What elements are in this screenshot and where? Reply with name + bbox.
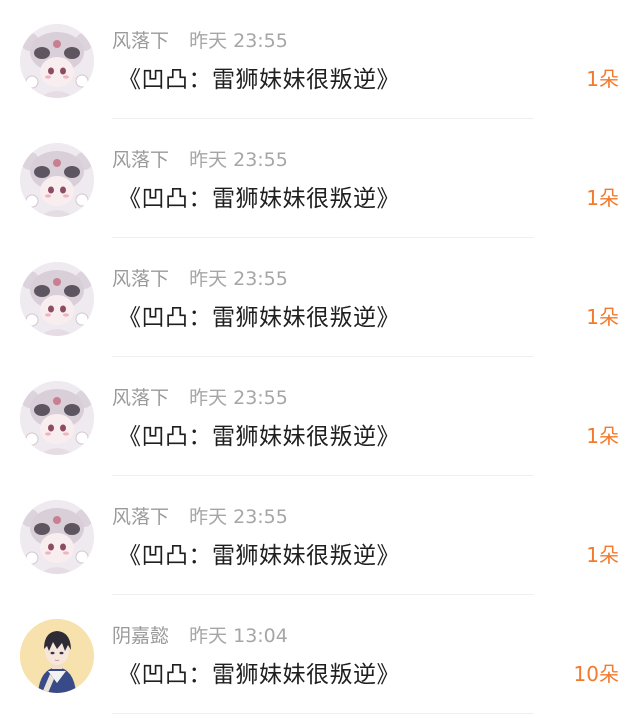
gift-record-list: 风落下 昨天 23:55 《凹凸：雷狮妹妹很叛逆》 1朵 风落下 昨天 23:5… — [0, 0, 640, 718]
item-meta: 风落下 昨天 23:55 — [112, 26, 288, 52]
list-item[interactable]: 阴嘉懿 昨天 13:04 《凹凸：雷狮妹妹很叛逆》 10朵 — [0, 595, 640, 714]
item-meta: 风落下 昨天 23:55 — [112, 264, 288, 290]
timestamp: 昨天 23:55 — [189, 149, 288, 171]
username[interactable]: 风落下 — [112, 149, 169, 171]
anime-boy-avatar-icon — [20, 619, 94, 693]
timestamp: 昨天 23:55 — [189, 30, 288, 52]
gift-count: 1朵 — [586, 67, 619, 91]
anime-girl-hood-avatar-icon — [20, 500, 94, 574]
avatar[interactable] — [20, 143, 94, 217]
anime-girl-hood-avatar-icon — [20, 24, 94, 98]
timestamp: 昨天 13:04 — [189, 625, 288, 647]
avatar[interactable] — [20, 381, 94, 455]
avatar[interactable] — [20, 500, 94, 574]
work-title[interactable]: 《凹凸：雷狮妹妹很叛逆》 — [118, 60, 400, 94]
avatar[interactable] — [20, 619, 94, 693]
gift-count: 1朵 — [586, 186, 619, 210]
timestamp: 昨天 23:55 — [189, 506, 288, 528]
timestamp: 昨天 23:55 — [189, 387, 288, 409]
item-meta: 阴嘉懿 昨天 13:04 — [112, 621, 288, 647]
item-meta: 风落下 昨天 23:55 — [112, 383, 288, 409]
anime-girl-hood-avatar-icon — [20, 143, 94, 217]
anime-girl-hood-avatar-icon — [20, 381, 94, 455]
list-item[interactable]: 风落下 昨天 23:55 《凹凸：雷狮妹妹很叛逆》 1朵 — [0, 238, 640, 357]
username[interactable]: 风落下 — [112, 387, 169, 409]
gift-count: 10朵 — [573, 662, 619, 686]
work-title[interactable]: 《凹凸：雷狮妹妹很叛逆》 — [118, 298, 400, 332]
avatar[interactable] — [20, 262, 94, 336]
work-title[interactable]: 《凹凸：雷狮妹妹很叛逆》 — [118, 179, 400, 213]
item-meta: 风落下 昨天 23:55 — [112, 502, 288, 528]
anime-girl-hood-avatar-icon — [20, 262, 94, 336]
work-title[interactable]: 《凹凸：雷狮妹妹很叛逆》 — [118, 417, 400, 451]
gift-count: 1朵 — [586, 543, 619, 567]
username[interactable]: 风落下 — [112, 30, 169, 52]
item-meta: 风落下 昨天 23:55 — [112, 145, 288, 171]
gift-count: 1朵 — [586, 305, 619, 329]
timestamp: 昨天 23:55 — [189, 268, 288, 290]
list-item[interactable]: 风落下 昨天 23:55 《凹凸：雷狮妹妹很叛逆》 1朵 — [0, 0, 640, 119]
username[interactable]: 风落下 — [112, 268, 169, 290]
list-item[interactable]: 风落下 昨天 23:55 《凹凸：雷狮妹妹很叛逆》 1朵 — [0, 119, 640, 238]
username[interactable]: 风落下 — [112, 506, 169, 528]
row-divider — [112, 713, 534, 714]
list-item[interactable]: 风落下 昨天 23:55 《凹凸：雷狮妹妹很叛逆》 1朵 — [0, 357, 640, 476]
work-title[interactable]: 《凹凸：雷狮妹妹很叛逆》 — [118, 536, 400, 570]
work-title[interactable]: 《凹凸：雷狮妹妹很叛逆》 — [118, 655, 400, 689]
list-item[interactable]: 风落下 昨天 23:55 《凹凸：雷狮妹妹很叛逆》 1朵 — [0, 476, 640, 595]
gift-count: 1朵 — [586, 424, 619, 448]
avatar[interactable] — [20, 24, 94, 98]
username[interactable]: 阴嘉懿 — [112, 625, 169, 647]
